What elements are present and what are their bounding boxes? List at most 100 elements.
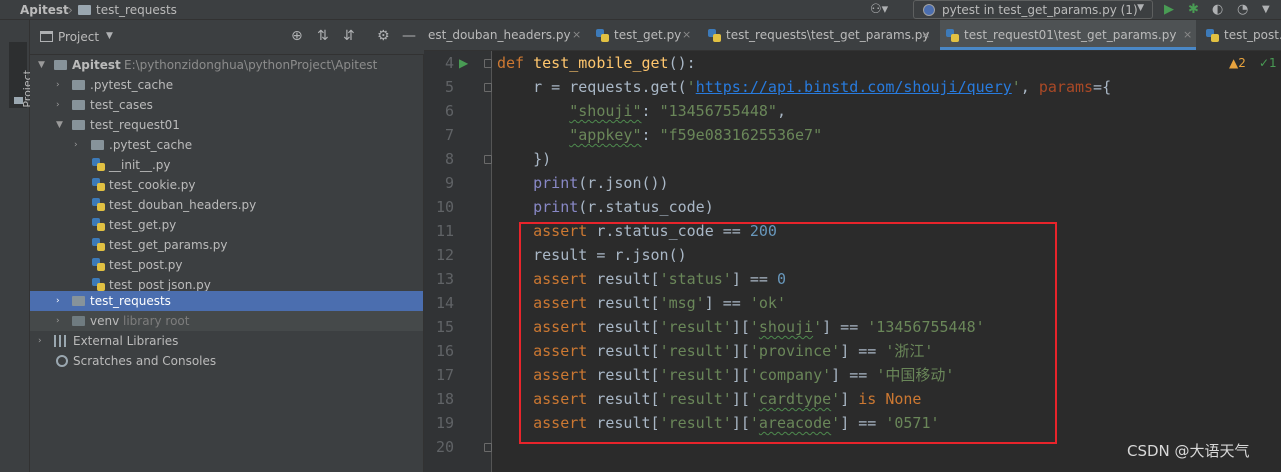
- watermark-text: CSDN @大语天气: [1127, 442, 1250, 460]
- token-function-name: test_mobile_get: [533, 54, 669, 72]
- line-number: 17: [435, 366, 454, 384]
- python-file-icon: [596, 29, 609, 43]
- tree-item-label: External Libraries: [73, 334, 179, 348]
- line-number: 14: [435, 294, 454, 312]
- user-icon[interactable]: ⚇▾: [870, 2, 888, 17]
- tree-item-label: Scratches and Consoles: [73, 354, 217, 368]
- tree-item-label: test_request01: [90, 118, 180, 132]
- tree-item-pytest-cache[interactable]: › .pytest_cache: [30, 75, 423, 95]
- token-string: "shouji": [569, 102, 642, 120]
- project-panel-header: Project ▼ ⊕ ⇅ ⇵ ⚙ —: [30, 20, 424, 55]
- more-options-icon[interactable]: ▼: [1262, 1, 1270, 18]
- close-icon[interactable]: ×: [1183, 20, 1192, 50]
- token-builtin: print: [533, 198, 579, 216]
- tree-item-secondary-label: library root: [123, 314, 190, 328]
- tab-test-douban-headers[interactable]: est_douban_headers.py ×: [424, 20, 584, 50]
- tab-test-request01-get-params[interactable]: test_request01\test_get_params.py ×: [940, 20, 1196, 50]
- tab-test-get[interactable]: test_get.py ×: [590, 20, 698, 50]
- run-test-icon[interactable]: ▶: [459, 56, 468, 70]
- tree-item-test-cookie-py[interactable]: test_cookie.py: [30, 175, 423, 195]
- token-url-link[interactable]: https://api.binstd.com/shouji/query: [696, 78, 1012, 96]
- chevron-right-icon[interactable]: ›: [74, 135, 78, 155]
- fold-icon[interactable]: [484, 59, 492, 68]
- chevron-right-icon[interactable]: ›: [38, 331, 42, 351]
- python-file-icon: [92, 238, 105, 252]
- line-number: 5: [444, 78, 454, 96]
- python-file-icon: [92, 158, 105, 172]
- close-icon[interactable]: ×: [682, 20, 691, 50]
- navigation-bar: Apitest › test_requests ⚇▾ pytest in tes…: [0, 0, 1281, 20]
- debug-icon[interactable]: ✱: [1188, 1, 1199, 18]
- python-file-icon: [708, 29, 721, 43]
- chevron-right-icon[interactable]: ›: [56, 75, 60, 95]
- tree-item-test-get-py[interactable]: test_get.py: [30, 215, 423, 235]
- token-parameter: params: [1038, 78, 1094, 96]
- code-line-8: }): [497, 147, 551, 171]
- collapse-all-icon[interactable]: ⇵: [343, 28, 355, 45]
- project-window-icon: [40, 31, 53, 42]
- line-number: 16: [435, 342, 454, 360]
- line-number: 15: [435, 318, 454, 336]
- chevron-down-icon[interactable]: ▼: [106, 29, 113, 44]
- folder-icon: [72, 120, 85, 130]
- folder-icon: [91, 140, 104, 150]
- folder-icon: [14, 97, 23, 104]
- python-file-icon: [946, 29, 959, 43]
- locate-file-icon[interactable]: ⊕: [291, 28, 303, 45]
- tab-test-post[interactable]: test_post.py: [1200, 20, 1281, 50]
- breadcrumb-folder[interactable]: test_requests: [96, 2, 177, 18]
- chevron-down-icon[interactable]: ▼: [56, 115, 63, 135]
- line-number: 13: [435, 270, 454, 288]
- tree-item-test-get-params-py[interactable]: test_get_params.py: [30, 235, 423, 255]
- tree-item-test-requests[interactable]: › test_requests: [30, 291, 423, 311]
- tree-item-scratches-and-consoles[interactable]: Scratches and Consoles: [30, 351, 423, 371]
- inspection-ok-icon[interactable]: ✓1: [1259, 56, 1277, 70]
- tab-test-requests-get-params[interactable]: test_requests\test_get_params.py ×: [702, 20, 934, 50]
- tree-item-test-cases[interactable]: › test_cases: [30, 95, 423, 115]
- gear-icon[interactable]: ⚙: [377, 28, 390, 45]
- scratches-icon: [56, 355, 68, 367]
- close-icon[interactable]: ×: [921, 20, 930, 50]
- close-icon[interactable]: ×: [572, 20, 581, 50]
- tree-item-test-request01[interactable]: ▼ test_request01: [30, 115, 423, 135]
- fold-icon[interactable]: [484, 83, 492, 92]
- tree-item-label: __init__.py: [109, 158, 171, 172]
- code-editor[interactable]: 4 5 6 7 8 9 10 11 12 13 14 15 16 17 18 1…: [424, 51, 1281, 472]
- python-file-icon: [92, 178, 105, 192]
- token-plain: :: [641, 126, 660, 144]
- coverage-icon[interactable]: ◐: [1212, 1, 1223, 18]
- run-configuration-select[interactable]: pytest in test_get_params.py (1) ▼: [913, 0, 1153, 19]
- fold-icon[interactable]: [484, 443, 492, 452]
- tree-item-label: test_get.py: [109, 218, 177, 232]
- token-plain: ,: [1020, 78, 1039, 96]
- tree-item-label: test_post.py: [109, 258, 183, 272]
- tree-item-apitest[interactable]: ▼ Apitest E:\pythonzidonghua\pythonProje…: [30, 55, 423, 75]
- tab-label: test_request01\test_get_params.py: [964, 28, 1177, 42]
- tree-item-test-post-py[interactable]: test_post.py: [30, 255, 423, 275]
- fold-icon[interactable]: [484, 155, 492, 164]
- library-icon: [54, 335, 66, 347]
- inspection-warning-icon[interactable]: ▲2: [1229, 56, 1246, 70]
- profile-icon[interactable]: ◔: [1237, 1, 1248, 18]
- run-configuration-label: pytest in test_get_params.py (1): [942, 3, 1138, 17]
- chevron-right-icon[interactable]: ›: [56, 311, 60, 331]
- line-number: 7: [444, 126, 454, 144]
- expand-all-icon[interactable]: ⇅: [317, 28, 329, 45]
- tree-item-label: test_cases: [90, 98, 153, 112]
- tree-item-init-py[interactable]: __init__.py: [30, 155, 423, 175]
- run-icon[interactable]: ▶: [1164, 1, 1174, 18]
- token-plain: }): [497, 150, 552, 168]
- tree-item-pytest-cache-nested[interactable]: › .pytest_cache: [30, 135, 423, 155]
- breadcrumb-project[interactable]: Apitest: [20, 2, 69, 18]
- tree-item-test-douban-headers-py[interactable]: test_douban_headers.py: [30, 195, 423, 215]
- tree-item-venv[interactable]: › venv library root: [30, 311, 423, 331]
- hide-panel-icon[interactable]: —: [402, 28, 416, 45]
- chevron-right-icon[interactable]: ›: [56, 95, 60, 115]
- chevron-right-icon[interactable]: ›: [56, 291, 60, 311]
- tree-item-external-libraries[interactable]: › External Libraries: [30, 331, 423, 351]
- tree-item-label: .pytest_cache: [109, 138, 193, 152]
- chevron-down-icon[interactable]: ▼: [38, 55, 45, 75]
- project-view-select[interactable]: Project: [58, 30, 99, 45]
